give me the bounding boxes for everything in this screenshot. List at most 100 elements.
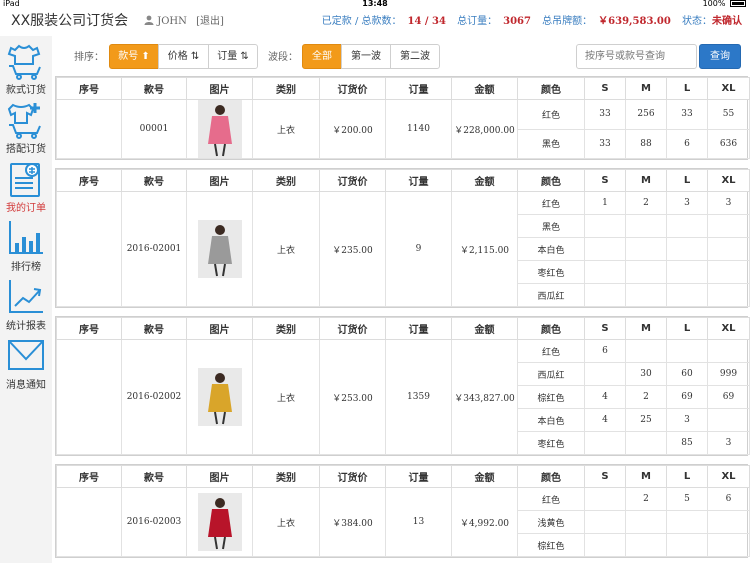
wave-all-button[interactable]: 全部 — [302, 44, 342, 69]
size-qty-cell-xl[interactable]: 69 — [707, 385, 750, 409]
size-qty-cell-s[interactable]: 4 — [584, 408, 626, 432]
table-row[interactable]: 2016-02002 上衣 ￥253.00 1359 ￥343,827.00 红色 6 — [56, 339, 750, 455]
size-qty-cell-m[interactable] — [625, 214, 667, 238]
size-qty-cell-l[interactable]: 33 — [666, 99, 708, 130]
size-qty-cell-s[interactable] — [584, 260, 626, 284]
size-qty-cell-l[interactable]: 60 — [666, 362, 708, 386]
size-qty-cell-m[interactable]: 30 — [625, 362, 667, 386]
size-qty-cell-xl[interactable] — [707, 237, 750, 261]
table-row[interactable]: 00001 上衣 ￥200.00 1140 ￥228,000.00 红色 33 256 33 55 — [56, 99, 750, 159]
size-qty-cell-xl[interactable] — [707, 533, 750, 557]
toolbar: 排序： 款号 ⬆ 价格 ⇅ 订量 ⇅ 波段： 全部 第一波 第二波 查询 — [56, 36, 750, 74]
search-input[interactable] — [576, 44, 697, 69]
sidebar-item-outfit-order[interactable]: 搭配订货 — [0, 97, 52, 155]
sidebar-item-reports[interactable]: 统计报表 — [0, 274, 52, 332]
sort-by-style-button[interactable]: 款号 ⬆ — [109, 44, 159, 69]
column-header: 金额 — [451, 77, 518, 100]
sidebar-item-messages[interactable]: 消息通知 — [0, 333, 52, 391]
size-qty-cell-m[interactable]: 25 — [625, 408, 667, 432]
size-qty-cell-m[interactable]: 2 — [625, 487, 667, 511]
size-qty-cell-s[interactable] — [584, 431, 626, 455]
size-qty-cell-l[interactable]: 3 — [666, 408, 708, 432]
logout-link[interactable]: [退出] — [196, 16, 224, 27]
size-qty-cell-l[interactable]: 69 — [666, 385, 708, 409]
sort-by-price-button[interactable]: 价格 ⇅ — [158, 44, 209, 69]
image-cell[interactable] — [186, 99, 253, 159]
wave-first-button[interactable]: 第一波 — [341, 44, 391, 69]
price-cell: ￥384.00 — [319, 487, 386, 557]
image-cell[interactable] — [186, 339, 253, 455]
color-name-cell: 黑色 — [517, 214, 585, 238]
column-header: 订货价 — [319, 77, 386, 100]
size-qty-cell-m[interactable] — [625, 510, 667, 534]
column-header: 订量 — [385, 77, 452, 100]
amount-cell: ￥343,827.00 — [451, 339, 518, 455]
column-header: 订货价 — [319, 317, 386, 340]
size-qty-cell-l[interactable] — [666, 339, 708, 363]
sidebar-item-ranking[interactable]: 排行榜 — [0, 215, 52, 273]
size-qty-cell-s[interactable] — [584, 214, 626, 238]
size-qty-cell-s[interactable]: 1 — [584, 191, 626, 215]
size-qty-cell-s[interactable] — [584, 283, 626, 307]
size-qty-cell-s[interactable] — [584, 362, 626, 386]
product-thumbnail[interactable] — [197, 220, 242, 278]
size-qty-cell-m[interactable] — [625, 431, 667, 455]
size-qty-cell-l[interactable] — [666, 260, 708, 284]
size-qty-cell-s[interactable] — [584, 237, 626, 261]
image-cell[interactable] — [186, 487, 253, 557]
size-qty-cell-l[interactable] — [666, 237, 708, 261]
size-qty-cell-l[interactable] — [666, 214, 708, 238]
size-qty-cell-xl[interactable] — [707, 339, 750, 363]
size-qty-cell-l[interactable]: 3 — [666, 191, 708, 215]
size-qty-cell-xl[interactable] — [707, 214, 750, 238]
color-name-cell: 西瓜红 — [517, 283, 585, 307]
size-qty-cell-s[interactable] — [584, 487, 626, 511]
size-qty-cell-xl[interactable]: 3 — [707, 431, 750, 455]
size-qty-cell-l[interactable] — [666, 510, 708, 534]
size-qty-cell-l[interactable] — [666, 283, 708, 307]
column-header: 金额 — [451, 317, 518, 340]
size-qty-cell-s[interactable]: 33 — [584, 99, 626, 130]
size-qty-cell-m[interactable]: 256 — [625, 99, 667, 130]
size-qty-cell-m[interactable] — [625, 260, 667, 284]
app-header: XX服装公司订货会 JOHN [退出] 已定款 / 总款数： 14 / 34 总订… — [0, 8, 750, 30]
product-thumbnail[interactable] — [197, 100, 242, 158]
size-qty-cell-xl[interactable]: 636 — [707, 128, 750, 159]
size-qty-cell-s[interactable] — [584, 533, 626, 557]
size-qty-cell-l[interactable]: 5 — [666, 487, 708, 511]
size-qty-cell-xl[interactable] — [707, 260, 750, 284]
size-qty-cell-l[interactable]: 85 — [666, 431, 708, 455]
size-qty-cell-l[interactable]: 6 — [666, 128, 708, 159]
size-qty-cell-xl[interactable]: 6 — [707, 487, 750, 511]
image-cell[interactable] — [186, 191, 253, 307]
sidebar-item-style-order[interactable]: 款式订货 — [0, 38, 52, 96]
size-qty-cell-m[interactable]: 2 — [625, 385, 667, 409]
table-row[interactable]: 2016-02001 上衣 ￥235.00 9 ￥2,115.00 红色 1 2 3 3 — [56, 191, 750, 307]
sort-by-qty-button[interactable]: 订量 ⇅ — [208, 44, 258, 69]
table-row[interactable]: 2016-02003 上衣 ￥384.00 13 ￥4,992.00 红色 2 5 6 — [56, 487, 750, 557]
size-qty-cell-xl[interactable] — [707, 283, 750, 307]
product-thumbnail[interactable] — [197, 368, 242, 426]
size-qty-cell-m[interactable] — [625, 283, 667, 307]
size-qty-cell-xl[interactable]: 55 — [707, 99, 750, 130]
size-qty-cell-s[interactable]: 4 — [584, 385, 626, 409]
size-qty-cell-s[interactable] — [584, 510, 626, 534]
size-qty-cell-s[interactable]: 33 — [584, 128, 626, 159]
sidebar-item-my-orders[interactable]: 我的订单 — [0, 156, 52, 214]
size-qty-cell-m[interactable]: 88 — [625, 128, 667, 159]
order-table: 序号 款号 图片 类别 订货价 订量 金额 颜色 S M L XL 00001 上衣 ￥200.00 1140… — [55, 76, 750, 160]
search-button[interactable]: 查询 — [699, 44, 741, 69]
size-qty-cell-xl[interactable]: 999 — [707, 362, 750, 386]
size-qty-cell-xl[interactable] — [707, 408, 750, 432]
product-thumbnail[interactable] — [197, 493, 242, 551]
column-header: 订货价 — [319, 169, 386, 192]
size-qty-cell-m[interactable] — [625, 339, 667, 363]
size-qty-cell-m[interactable] — [625, 237, 667, 261]
wave-second-button[interactable]: 第二波 — [390, 44, 440, 69]
size-qty-cell-l[interactable] — [666, 533, 708, 557]
size-qty-cell-xl[interactable] — [707, 510, 750, 534]
size-qty-cell-m[interactable] — [625, 533, 667, 557]
size-qty-cell-m[interactable]: 2 — [625, 191, 667, 215]
size-qty-cell-s[interactable]: 6 — [584, 339, 626, 363]
size-qty-cell-xl[interactable]: 3 — [707, 191, 750, 215]
